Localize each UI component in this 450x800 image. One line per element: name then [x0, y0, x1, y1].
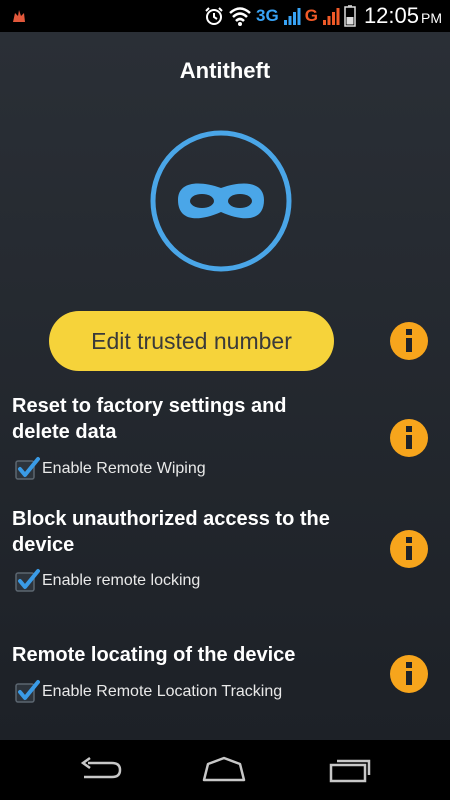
mask-logo-icon — [150, 130, 292, 272]
checkbox-label: Enable Remote Wiping — [42, 460, 206, 477]
info-icon[interactable] — [389, 321, 429, 361]
back-icon[interactable] — [76, 755, 126, 785]
checkbox-label: Enable remote locking — [42, 572, 201, 589]
section-title-remote-lock: Block unauthorized access to the device — [12, 508, 330, 556]
remote-location-checkbox-row[interactable]: Enable Remote Location Tracking — [14, 679, 282, 705]
info-icon[interactable] — [389, 418, 429, 458]
alarm-icon — [205, 7, 223, 25]
app-icon — [13, 10, 25, 22]
page-title: Antitheft — [179, 58, 271, 83]
navigation-bar — [0, 740, 450, 800]
signal-icon-2 — [322, 8, 340, 25]
edit-trusted-number-button[interactable]: Edit trusted number — [49, 311, 334, 371]
checkbox-label: Enable Remote Location Tracking — [42, 683, 283, 700]
remote-wiping-checkbox-row[interactable]: Enable Remote Wiping — [14, 456, 206, 482]
wifi-icon — [229, 7, 251, 26]
info-icon[interactable] — [389, 654, 429, 694]
signal-icon — [283, 8, 301, 25]
battery-icon — [344, 5, 356, 27]
checkbox-checked-icon[interactable] — [14, 568, 40, 594]
remote-locking-checkbox-row[interactable]: Enable remote locking — [14, 568, 200, 594]
info-icon[interactable] — [389, 529, 429, 569]
checkbox-checked-icon[interactable] — [14, 456, 40, 482]
status-bar: 3G G 12:05 PM — [0, 0, 450, 32]
recent-apps-icon[interactable] — [325, 755, 375, 785]
section-title-remote-locate: Remote locating of the device — [12, 644, 296, 666]
network-g-label: G — [304, 6, 318, 25]
home-icon[interactable] — [199, 755, 249, 785]
network-3g-label: 3G — [256, 6, 279, 25]
checkbox-checked-icon[interactable] — [14, 679, 40, 705]
antitheft-screen: Antitheft Edit trusted number Reset to f… — [0, 32, 450, 740]
section-title-remote-wipe: Reset to factory settings and delete dat… — [12, 395, 287, 443]
status-time: 12:05 PM — [363, 3, 442, 28]
